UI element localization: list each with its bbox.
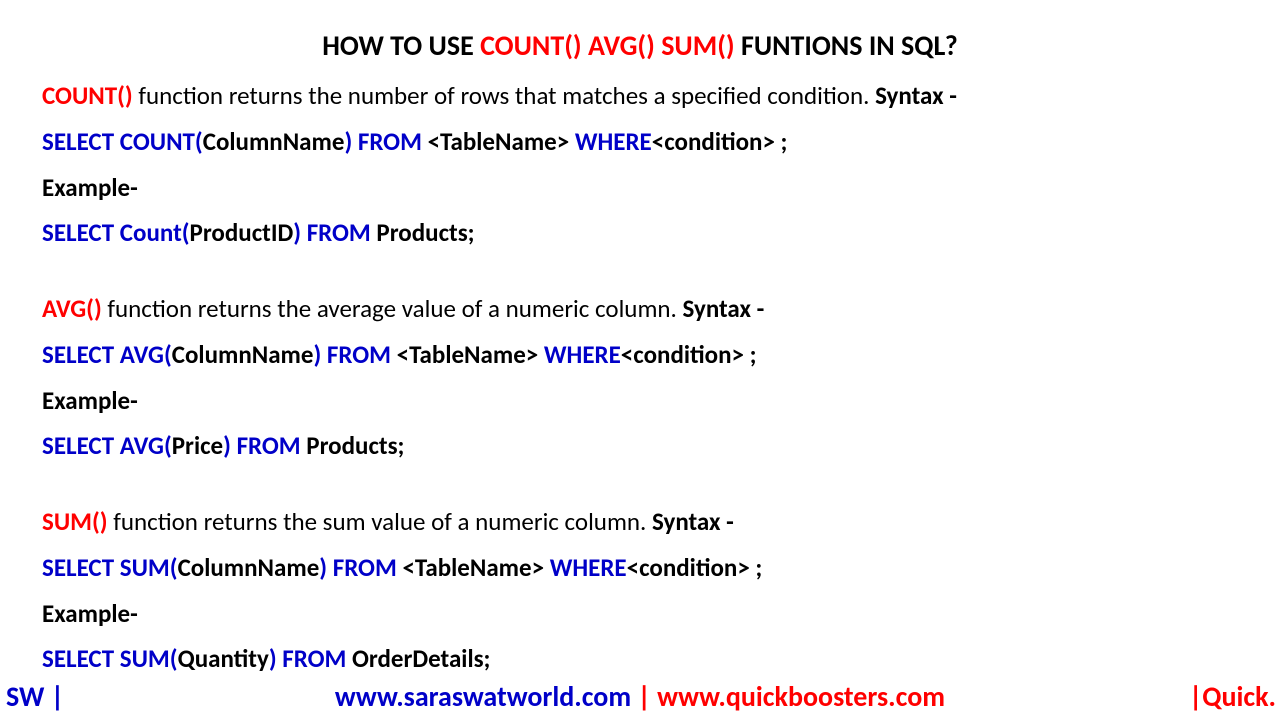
kw-from: ) FROM: [223, 430, 306, 461]
kw-from: ) FROM: [269, 643, 352, 674]
avg-name: AVG(): [42, 293, 102, 324]
avg-syntax-label: Syntax -: [683, 293, 765, 324]
cond-placeholder: <condition> ;: [652, 126, 788, 157]
col-placeholder: ColumnName: [178, 552, 320, 583]
ex-col: Quantity: [178, 643, 269, 674]
count-name: COUNT(): [42, 80, 133, 111]
count-desc-line: COUNT() function returns the number of r…: [42, 73, 1238, 119]
sum-desc-line: SUM() function returns the sum value of …: [42, 499, 1238, 545]
sum-example-label: Example-: [42, 591, 1238, 637]
ex-col: ProductID: [190, 217, 294, 248]
kw-where: WHERE: [575, 126, 652, 157]
sum-desc: function returns the sum value of a nume…: [108, 506, 652, 537]
avg-example-line: SELECT AVG(Price) FROM Products;: [42, 423, 1238, 469]
kw-from: ) FROM: [344, 126, 427, 157]
kw-select: SELECT Count(: [42, 217, 190, 248]
kw-where: WHERE: [544, 339, 621, 370]
footer-center: www.saraswatworld.com | www.quickbooster…: [0, 679, 1280, 714]
kw-where: WHERE: [550, 552, 627, 583]
count-syntax-line: SELECT COUNT(ColumnName) FROM <TableName…: [42, 119, 1238, 165]
sum-name: SUM(): [42, 506, 108, 537]
count-syntax-label: Syntax -: [875, 80, 957, 111]
kw-select: SELECT SUM(: [42, 552, 178, 583]
avg-example-label: Example-: [42, 378, 1238, 424]
sum-syntax-line: SELECT SUM(ColumnName) FROM <TableName> …: [42, 545, 1238, 591]
kw-select: SELECT COUNT(: [42, 126, 203, 157]
avg-desc: function returns the average value of a …: [102, 293, 683, 324]
content-body: COUNT() function returns the number of r…: [0, 73, 1280, 682]
sum-example-line: SELECT SUM(Quantity) FROM OrderDetails;: [42, 636, 1238, 682]
count-example-label: Example-: [42, 165, 1238, 211]
spacer: [42, 256, 1238, 286]
count-example-line: SELECT Count(ProductID) FROM Products;: [42, 210, 1238, 256]
tbl-placeholder: <TableName>: [428, 126, 575, 157]
avg-desc-line: AVG() function returns the average value…: [42, 286, 1238, 332]
kw-from: ) FROM: [293, 217, 376, 248]
tbl-placeholder: <TableName>: [402, 552, 549, 583]
col-placeholder: ColumnName: [172, 339, 314, 370]
title-pre: HOW TO USE: [322, 28, 480, 63]
kw-select: SELECT AVG(: [42, 430, 172, 461]
kw-from: ) FROM: [319, 552, 402, 583]
footer-url1: www.saraswatworld.com: [335, 679, 631, 714]
ex-col: Price: [172, 430, 223, 461]
ex-tbl: Products;: [376, 217, 474, 248]
cond-placeholder: <condition> ;: [627, 552, 763, 583]
ex-tbl: OrderDetails;: [352, 643, 490, 674]
avg-syntax-line: SELECT AVG(ColumnName) FROM <TableName> …: [42, 332, 1238, 378]
kw-select: SELECT AVG(: [42, 339, 172, 370]
tbl-placeholder: <TableName>: [397, 339, 544, 370]
title-post: FUNTIONS IN SQL?: [735, 28, 958, 63]
footer-sep: |: [631, 679, 657, 714]
footer-url2: www.quickboosters.com: [657, 679, 945, 714]
col-placeholder: ColumnName: [203, 126, 345, 157]
spacer: [42, 469, 1238, 499]
cond-placeholder: <condition> ;: [621, 339, 757, 370]
page-title: HOW TO USE COUNT() AVG() SUM() FUNTIONS …: [0, 0, 1280, 73]
ex-tbl: Products;: [306, 430, 404, 461]
kw-select: SELECT SUM(: [42, 643, 178, 674]
footer-right: |Quick.: [1189, 679, 1276, 714]
count-desc: function returns the number of rows that…: [133, 80, 875, 111]
sum-syntax-label: Syntax -: [652, 506, 734, 537]
kw-from: ) FROM: [313, 339, 396, 370]
title-funcs: COUNT() AVG() SUM(): [480, 28, 735, 63]
